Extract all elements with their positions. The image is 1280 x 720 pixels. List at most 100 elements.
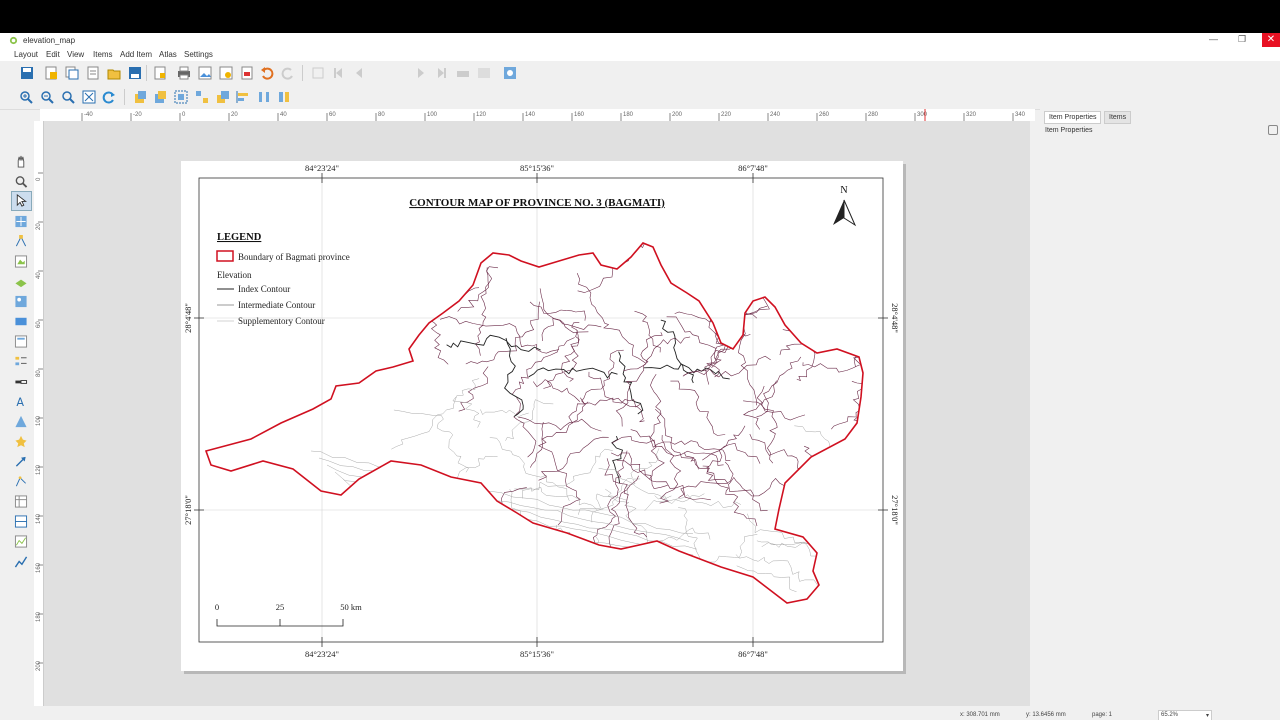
export-pdf-icon[interactable] — [240, 66, 254, 80]
lock-items-icon[interactable] — [133, 90, 147, 104]
export-atlas-icon[interactable] — [477, 66, 491, 80]
contour-line — [440, 316, 559, 354]
duplicate-layout-icon[interactable] — [65, 66, 79, 80]
move-content-icon[interactable] — [14, 215, 28, 228]
menu-view[interactable]: View — [67, 50, 84, 59]
page-setup-icon[interactable] — [153, 66, 167, 80]
minimize-button[interactable]: — — [1209, 34, 1218, 44]
add-map-icon[interactable] — [14, 255, 28, 268]
menu-add-item[interactable]: Add Item — [120, 50, 152, 59]
layout-manager-icon[interactable] — [86, 66, 100, 80]
add-3d-map-icon[interactable] — [14, 275, 28, 288]
zoom-actual-icon[interactable] — [61, 90, 75, 104]
scale-bar[interactable]: 0 25 50 km — [215, 602, 362, 627]
add-legend-icon[interactable] — [14, 355, 28, 368]
layout-toolbar: 1▾ — [0, 61, 1280, 109]
add-fixed-table-icon[interactable] — [14, 515, 28, 528]
add-html-icon[interactable] — [14, 335, 28, 348]
legend-boundary-label: Boundary of Bagmati province — [238, 252, 350, 262]
add-arrow-icon[interactable] — [14, 455, 28, 468]
layout-canvas[interactable]: 84°23'24" 85°15'36" 86°7'48" 84°23'24" 8… — [44, 121, 1030, 706]
ruler-label: 340 — [1015, 112, 1026, 118]
contour-line — [538, 436, 609, 481]
zoom-out-icon[interactable] — [40, 90, 54, 104]
ruler-label: 180 — [36, 611, 42, 622]
legend[interactable]: LEGEND Boundary of Bagmati province Elev… — [216, 232, 350, 326]
menu-items[interactable]: Items — [93, 50, 113, 59]
distribute-items-icon[interactable] — [257, 90, 271, 104]
layout-page[interactable]: 84°23'24" 85°15'36" 86°7'48" 84°23'24" 8… — [181, 161, 903, 671]
menu-atlas[interactable]: Atlas — [159, 50, 177, 59]
unlock-items-icon[interactable] — [153, 90, 167, 104]
legend-elevation-label: Elevation — [217, 270, 252, 280]
atlas-settings-icon[interactable] — [503, 66, 517, 80]
contour-line — [409, 243, 428, 292]
new-layout-icon[interactable] — [44, 66, 58, 80]
export-image-icon[interactable] — [198, 66, 212, 80]
float-panel-icon[interactable] — [1268, 125, 1278, 135]
raise-items-icon[interactable] — [216, 90, 230, 104]
add-scalebar-icon[interactable] — [14, 375, 28, 388]
next-feature-icon[interactable] — [414, 66, 428, 80]
menu-layout[interactable]: Layout — [14, 50, 38, 59]
zoom-full-icon[interactable] — [82, 90, 96, 104]
map-title[interactable]: CONTOUR MAP OF PROVINCE NO. 3 (BAGMATI) — [409, 197, 665, 209]
menu-settings[interactable]: Settings — [184, 50, 213, 59]
north-arrow[interactable]: N — [833, 185, 857, 227]
group-items-icon[interactable] — [174, 90, 188, 104]
previous-feature-icon[interactable] — [352, 66, 366, 80]
ruler-label: 200 — [672, 112, 683, 118]
add-text-icon[interactable]: A — [14, 395, 28, 408]
print-icon[interactable] — [177, 66, 191, 80]
add-shape-icon[interactable] — [14, 415, 28, 428]
contour-line — [425, 287, 452, 365]
ungroup-items-icon[interactable] — [195, 90, 209, 104]
status-y: y: 13.6456 mm — [1026, 712, 1066, 718]
add-picture-icon[interactable] — [14, 295, 28, 308]
add-marker-icon[interactable] — [14, 435, 28, 448]
refresh-icon[interactable] — [102, 90, 116, 104]
resize-items-icon[interactable] — [277, 90, 291, 104]
add-node-item-icon[interactable] — [14, 475, 28, 488]
zoom-in-icon[interactable] — [19, 90, 33, 104]
first-feature-icon[interactable] — [331, 66, 345, 80]
contour-line — [670, 380, 726, 436]
status-x: x: 308.701 mm — [960, 712, 1000, 718]
contour-line — [720, 272, 753, 328]
save-template-icon[interactable] — [128, 66, 142, 80]
add-attribute-table-icon[interactable] — [14, 495, 28, 508]
contour-line — [577, 243, 670, 293]
close-button[interactable]: ✕ — [1262, 33, 1280, 47]
pan-icon[interactable] — [14, 155, 28, 168]
contour-line — [446, 334, 541, 352]
print-atlas-icon[interactable] — [456, 66, 470, 80]
toolbar-separator — [302, 65, 303, 81]
last-feature-icon[interactable] — [435, 66, 449, 80]
export-svg-icon[interactable] — [219, 66, 233, 80]
tab-item-properties[interactable]: Item Properties — [1044, 111, 1102, 124]
contour-line — [749, 433, 807, 488]
save-icon[interactable] — [20, 66, 34, 80]
zoom-select[interactable]: 65.2% ▾ — [1158, 710, 1212, 720]
zoom-tool-icon[interactable] — [14, 175, 28, 188]
add-elevation-profile-icon[interactable] — [14, 535, 28, 548]
add-label-icon[interactable] — [14, 315, 28, 328]
vertical-scrollbar[interactable] — [1030, 121, 1039, 706]
contour-line — [802, 358, 863, 389]
ruler-label: 240 — [770, 112, 781, 118]
select-icon[interactable] — [14, 194, 28, 207]
contour-line — [528, 367, 618, 379]
add-chart-icon[interactable] — [14, 555, 28, 568]
edit-nodes-icon[interactable] — [14, 235, 28, 248]
restore-button[interactable]: ❐ — [1238, 34, 1246, 45]
contour-line — [761, 380, 778, 464]
menu-edit[interactable]: Edit — [46, 50, 60, 59]
align-items-icon[interactable] — [236, 90, 250, 104]
contour-line — [655, 408, 699, 470]
redo-icon[interactable] — [281, 66, 295, 80]
map-frame[interactable]: 84°23'24" 85°15'36" 86°7'48" 84°23'24" 8… — [181, 161, 903, 671]
atlas-preview-icon[interactable] — [311, 66, 325, 80]
open-template-icon[interactable] — [107, 66, 121, 80]
tab-items[interactable]: Items — [1104, 111, 1132, 124]
undo-icon[interactable] — [260, 66, 274, 80]
